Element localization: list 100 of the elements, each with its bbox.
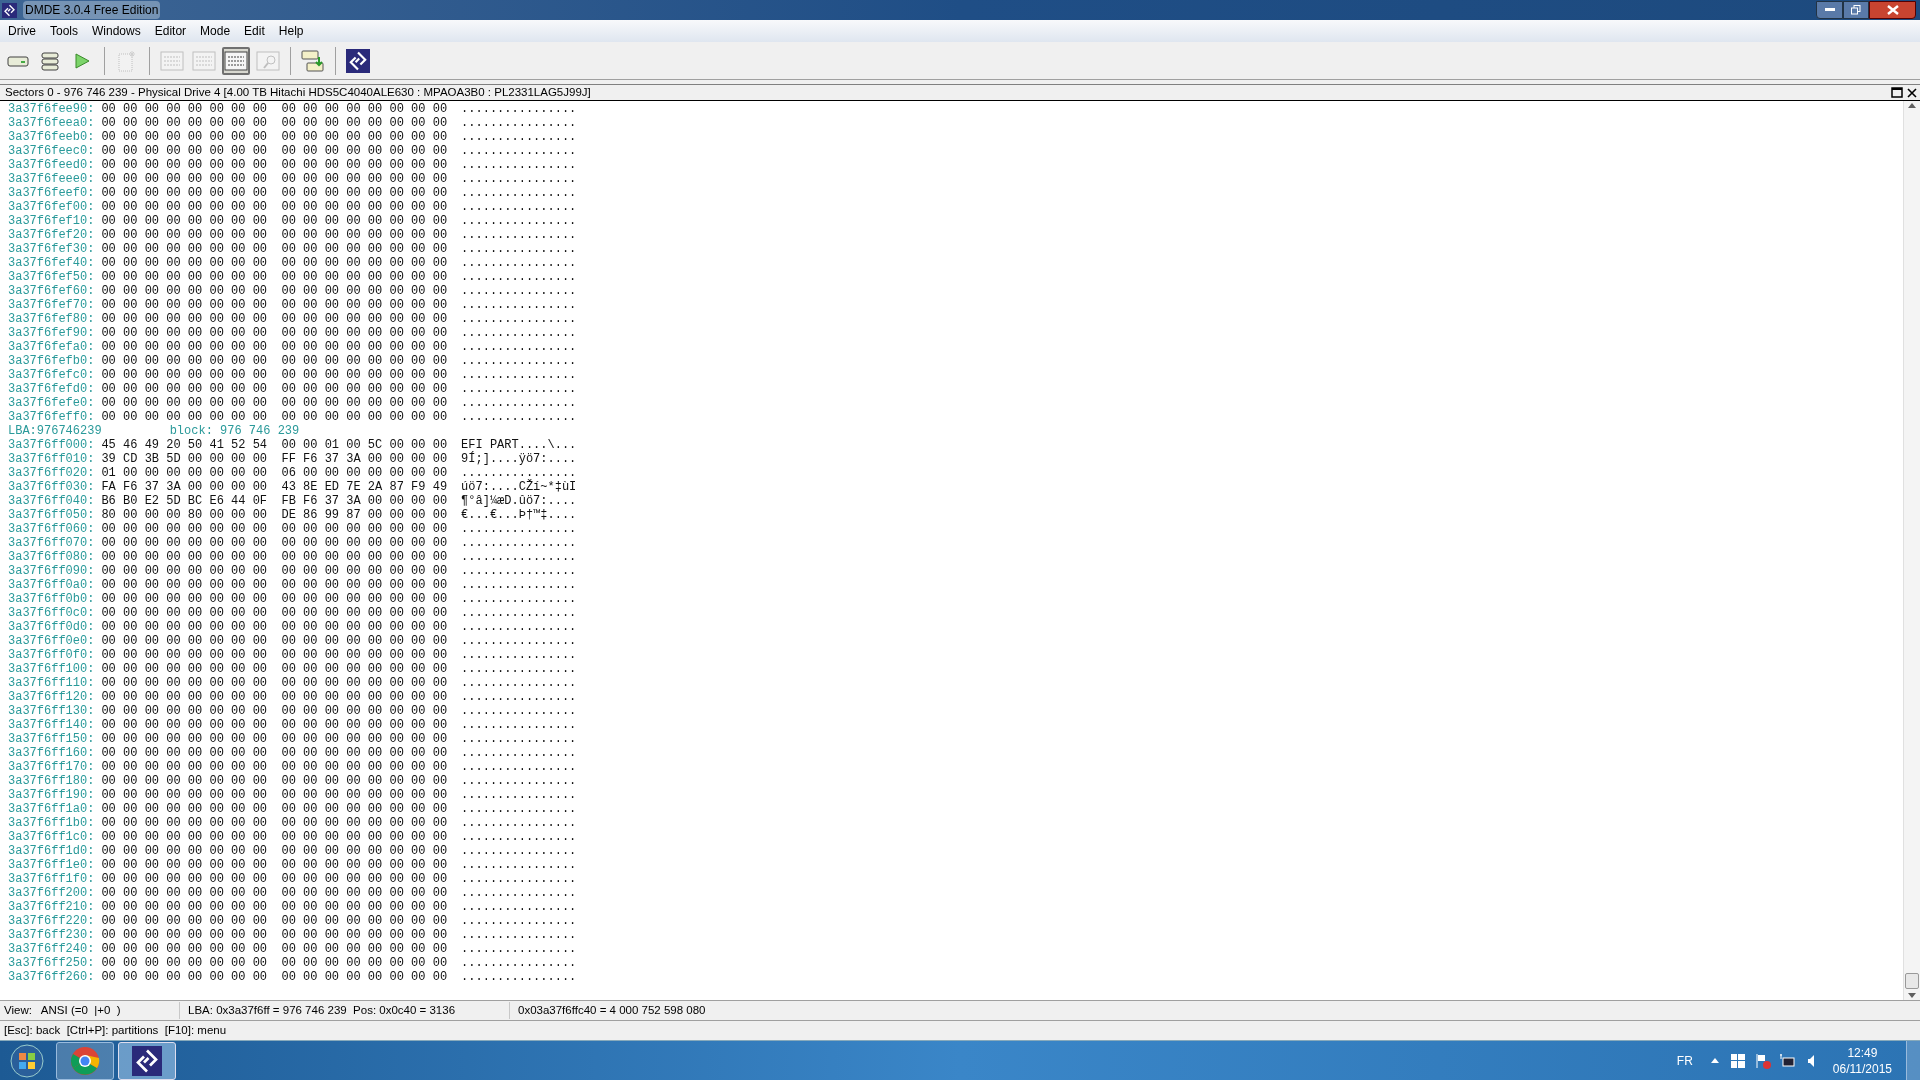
row-address: 3a37f6ff250: bbox=[8, 956, 95, 970]
caret-up-icon[interactable] bbox=[1710, 1058, 1719, 1063]
ascii-text: ................ bbox=[461, 704, 577, 718]
scroll-thumb[interactable] bbox=[1905, 973, 1919, 989]
ascii-text: ................ bbox=[461, 676, 577, 690]
ascii-text: ................ bbox=[461, 326, 577, 340]
hex-bytes: 00 00 00 00 00 00 00 00 00 00 00 00 00 00 00 00 bbox=[101, 676, 448, 690]
ascii-text: ................ bbox=[461, 172, 577, 186]
row-address: 3a37f6fef40: bbox=[8, 256, 95, 270]
ascii-text: ................ bbox=[461, 774, 577, 788]
row-address: 3a37f6fee90: bbox=[8, 102, 95, 116]
ascii-text: ................ bbox=[461, 368, 577, 382]
row-address: 3a37f6ff160: bbox=[8, 746, 95, 760]
ascii-text: ................ bbox=[461, 914, 577, 928]
row-address: 3a37f6ff150: bbox=[8, 732, 95, 746]
hex-bytes: 00 00 00 00 00 00 00 00 00 00 00 00 00 00 00 00 bbox=[101, 550, 448, 564]
row-address: 3a37f6feff0: bbox=[8, 410, 95, 424]
restore-icon bbox=[1851, 5, 1861, 15]
ascii-text: ................ bbox=[461, 284, 577, 298]
hex-bytes: 00 00 00 00 00 00 00 00 00 00 00 00 00 00 00 00 bbox=[101, 746, 448, 760]
ascii-text: ................ bbox=[461, 634, 577, 648]
hex-bytes: 00 00 00 00 00 00 00 00 00 00 00 00 00 00 00 00 bbox=[101, 564, 448, 578]
maximize-icon[interactable] bbox=[1891, 87, 1903, 98]
hex-bytes: 00 00 00 00 00 00 00 00 00 00 00 00 00 00 00 00 bbox=[101, 830, 448, 844]
scroll-down-icon[interactable] bbox=[1908, 993, 1916, 998]
hex-bytes: 39 CD 3B 5D 00 00 00 00 FF F6 37 3A 00 00 00 00 bbox=[101, 452, 448, 466]
hex-bytes: 00 00 00 00 00 00 00 00 00 00 00 00 00 00 00 00 bbox=[101, 942, 448, 956]
menu-item[interactable]: Mode bbox=[193, 22, 238, 40]
windows-icon[interactable] bbox=[1730, 1053, 1745, 1068]
menu-item[interactable]: Edit bbox=[237, 22, 272, 40]
hex-bytes: 00 00 00 00 00 00 00 00 00 00 00 00 00 00 00 00 bbox=[101, 536, 448, 550]
row-address: 3a37f6ff240: bbox=[8, 942, 95, 956]
view-mode-text: View: ANSI (=0 |+0 ) bbox=[0, 1001, 180, 1020]
clock-time[interactable]: 12:49 bbox=[1847, 1044, 1878, 1061]
menu-item[interactable]: Windows bbox=[85, 22, 148, 40]
row-address: 3a37f6ff1b0: bbox=[8, 816, 95, 830]
hex-bytes: 00 00 00 00 00 00 00 00 00 00 00 00 00 00 00 00 bbox=[101, 844, 448, 858]
language-indicator[interactable]: FR bbox=[1676, 1051, 1693, 1070]
row-address: 3a37f6fefa0: bbox=[8, 340, 95, 354]
hex-bytes: B6 B0 E2 5D BC E6 44 0F FB F6 37 3A 00 00 00 00 bbox=[101, 494, 448, 508]
row-address: 3a37f6ff220: bbox=[8, 914, 95, 928]
close-button[interactable] bbox=[1869, 1, 1916, 19]
menu-item[interactable]: Help bbox=[271, 22, 311, 40]
row-address: 3a37f6fefc0: bbox=[8, 368, 95, 382]
hex-bytes: 00 00 00 00 00 00 00 00 00 00 00 00 00 00 00 00 bbox=[101, 802, 448, 816]
taskbar-app[interactable] bbox=[118, 1041, 176, 1080]
ascii-text: ................ bbox=[461, 242, 577, 256]
ascii-text: ................ bbox=[461, 592, 577, 606]
clock-date[interactable]: 06/11/2015 bbox=[1832, 1060, 1892, 1077]
row-address: 3a37f6ff110: bbox=[8, 676, 95, 690]
browser-icon bbox=[70, 1045, 100, 1076]
ascii-text: ................ bbox=[461, 158, 577, 172]
restore-button[interactable] bbox=[1843, 1, 1869, 19]
hex-bytes: 00 00 00 00 00 00 00 00 00 00 00 00 00 00 00 00 bbox=[101, 326, 448, 340]
app-logo-icon bbox=[132, 1045, 162, 1076]
hex-bytes: 00 00 00 00 00 00 00 00 00 00 00 00 00 00 00 00 bbox=[101, 340, 448, 354]
ascii-text: ................ bbox=[461, 690, 577, 704]
hex-bytes: 00 00 00 00 00 00 00 00 00 00 00 00 00 00 00 00 bbox=[101, 396, 448, 410]
row-address: 3a37f6ff0c0: bbox=[8, 606, 95, 620]
document-icon bbox=[117, 49, 137, 72]
hex-bytes: 00 00 00 00 00 00 00 00 00 00 00 00 00 00 00 00 bbox=[101, 914, 448, 928]
row-address: 3a37f6ff200: bbox=[8, 886, 95, 900]
ascii-text: ................ bbox=[461, 872, 577, 886]
drive-icon bbox=[7, 53, 29, 68]
hex-bytes: 00 00 00 00 00 00 00 00 00 00 00 00 00 00 00 00 bbox=[101, 634, 448, 648]
network-icon[interactable] bbox=[1778, 1052, 1795, 1069]
hex-bytes: 00 00 00 00 00 00 00 00 00 00 00 00 00 00 00 00 bbox=[101, 788, 448, 802]
hex-bytes: 00 00 00 00 00 00 00 00 00 00 00 00 00 00 00 00 bbox=[101, 704, 448, 718]
row-address: 3a37f6feea0: bbox=[8, 116, 95, 130]
flag-icon[interactable] bbox=[1754, 1052, 1771, 1069]
copy-icon bbox=[301, 48, 325, 73]
row-address: 3a37f6fef10: bbox=[8, 214, 95, 228]
ascii-text: ................ bbox=[461, 578, 577, 592]
row-address: 3a37f6fefb0: bbox=[8, 354, 95, 368]
hex-bytes: 00 00 00 00 00 00 00 00 00 00 00 00 00 00 00 00 bbox=[101, 410, 448, 424]
ascii-text: ................ bbox=[461, 410, 577, 424]
stack-icon bbox=[40, 50, 60, 71]
scroll-up-icon[interactable] bbox=[1908, 103, 1916, 108]
ascii-text: ................ bbox=[461, 760, 577, 774]
ascii-text: ................ bbox=[461, 900, 577, 914]
speaker-icon[interactable] bbox=[1806, 1053, 1815, 1068]
toolbar-button[interactable] bbox=[344, 46, 372, 75]
menu-item[interactable]: Editor bbox=[147, 22, 194, 40]
ascii-text: ................ bbox=[461, 396, 577, 410]
menu-item[interactable]: Tools bbox=[43, 22, 86, 40]
hex-bytes: 00 00 00 00 00 00 00 00 00 00 00 00 00 00 00 00 bbox=[101, 144, 448, 158]
close-icon[interactable] bbox=[1907, 87, 1917, 98]
minimize-icon bbox=[1824, 8, 1835, 12]
row-address: 3a37f6fef00: bbox=[8, 200, 95, 214]
hex-bytes: 00 00 00 00 00 00 00 00 00 00 00 00 00 00 00 00 bbox=[101, 620, 448, 634]
position-text: LBA: 0x3a37f6ff = 976 746 239 Pos: 0x0c40 = 3136 bbox=[180, 1001, 510, 1020]
ascii-text: 9Í;]....ÿö7:.... bbox=[461, 452, 577, 466]
row-address: 3a37f6ff1a0: bbox=[8, 802, 95, 816]
hex-bytes: 00 00 00 00 00 00 00 00 00 00 00 00 00 00 00 00 bbox=[101, 284, 448, 298]
scrollbar[interactable] bbox=[1903, 101, 1920, 1000]
row-address: 3a37f6ff1f0: bbox=[8, 872, 95, 886]
hex-bytes: 00 00 00 00 00 00 00 00 00 00 00 00 00 00 00 00 bbox=[101, 872, 448, 886]
menu-item[interactable]: Drive bbox=[1, 22, 43, 40]
minimize-button[interactable] bbox=[1816, 1, 1843, 19]
hex-bytes: FA F6 37 3A 00 00 00 00 43 8E ED 7E 2A 87 F9 49 bbox=[101, 480, 448, 494]
